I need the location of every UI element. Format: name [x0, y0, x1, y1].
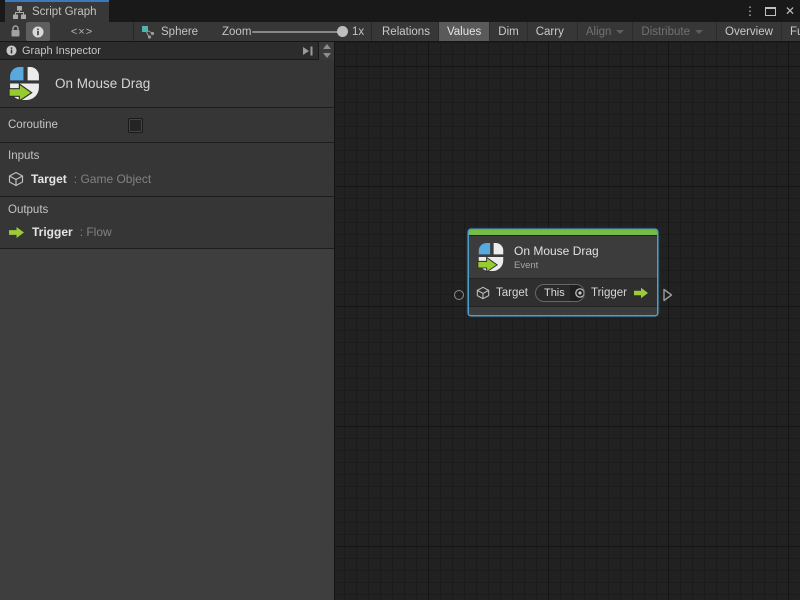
- flow-arrow-icon: [8, 226, 25, 239]
- dim-button[interactable]: Dim: [489, 22, 526, 41]
- zoom-label: Zoom: [222, 22, 251, 41]
- coroutine-row: Coroutine: [0, 108, 334, 143]
- input-port-type: : Game Object: [74, 172, 151, 186]
- chevron-down-icon: [695, 30, 703, 34]
- scroll-up-button[interactable]: [319, 42, 334, 51]
- relations-button[interactable]: Relations: [374, 22, 438, 41]
- zoom-slider-track[interactable]: [252, 31, 344, 33]
- inspector-toggle-button[interactable]: [26, 22, 50, 41]
- trigger-output-port[interactable]: [662, 288, 673, 307]
- graph-canvas[interactable]: On Mouse Drag Event Target This: [335, 42, 800, 600]
- tab-script-graph[interactable]: Script Graph: [5, 0, 109, 22]
- coroutine-label: Coroutine: [8, 119, 128, 131]
- object-picker-button[interactable]: [570, 285, 585, 301]
- target-input-port[interactable]: [454, 290, 464, 300]
- this-value-chip[interactable]: This: [535, 284, 585, 302]
- scroll-down-button[interactable]: [319, 51, 334, 60]
- node-port-row: Target This Trigger: [469, 279, 657, 307]
- overview-button[interactable]: Overview: [716, 22, 781, 41]
- code-icon: <×>: [71, 26, 93, 38]
- fullscreen-button[interactable]: Full Screen: [781, 22, 800, 41]
- node-title: On Mouse Drag: [514, 244, 599, 258]
- output-port-name: Trigger: [32, 225, 73, 239]
- panel-title: Graph Inspector: [22, 45, 298, 57]
- toolbar-separator: [371, 22, 372, 41]
- selected-unit-header: On Mouse Drag: [0, 60, 334, 108]
- graph-network-icon: [141, 25, 155, 39]
- graph-object-name: Sphere: [161, 26, 198, 38]
- unit-title: On Mouse Drag: [55, 76, 150, 91]
- maximize-icon[interactable]: [765, 7, 776, 16]
- node-footer: [469, 307, 657, 315]
- node-subtitle: Event: [514, 260, 599, 271]
- values-button[interactable]: Values: [438, 22, 489, 41]
- edit-code-button[interactable]: <×>: [62, 22, 102, 41]
- input-port-name: Target: [31, 172, 67, 186]
- dock-right-icon: [302, 46, 314, 56]
- this-value-text: This: [536, 287, 570, 299]
- graph-toolbar: <×> Sphere Zoom 1x Relations Values Dim …: [0, 22, 800, 42]
- chevron-down-icon: [616, 30, 624, 34]
- graph-object-indicator[interactable]: Sphere: [141, 22, 198, 41]
- zoom-value: 1x: [352, 22, 364, 41]
- toolbar-button-group: Relations Values Dim Carry Align Distrib…: [374, 22, 800, 41]
- coroutine-checkbox[interactable]: [128, 118, 143, 133]
- close-icon[interactable]: ✕: [785, 0, 795, 22]
- unity-script-graph-window: { "tab_bar": { "title": "Script Graph", …: [0, 0, 800, 600]
- output-port-row: Trigger : Flow: [8, 225, 334, 239]
- mouse-drag-icon: [477, 242, 505, 272]
- distribute-dropdown[interactable]: Distribute: [632, 22, 711, 41]
- carry-button[interactable]: Carry: [527, 22, 572, 41]
- info-icon: [6, 45, 17, 56]
- toolbar-separator: [133, 22, 134, 41]
- outputs-section: Outputs Trigger : Flow: [0, 197, 334, 249]
- align-dropdown[interactable]: Align: [577, 22, 633, 41]
- triangle-down-icon: [323, 53, 331, 58]
- game-object-cube-icon: [8, 171, 24, 187]
- triangle-up-icon: [323, 44, 331, 49]
- graph-inspector-header: Graph Inspector: [0, 42, 334, 60]
- game-object-cube-icon: [476, 286, 490, 300]
- target-picker-icon: [574, 287, 585, 299]
- tab-title: Script Graph: [32, 6, 97, 18]
- window-menu-icon[interactable]: ⋮: [744, 0, 756, 22]
- dock-panel-button[interactable]: [298, 42, 318, 60]
- inputs-heading: Inputs: [8, 150, 334, 162]
- trigger-flow-arrow-icon[interactable]: [632, 287, 650, 299]
- outputs-heading: Outputs: [8, 204, 334, 216]
- trigger-port-label: Trigger: [591, 287, 627, 299]
- node-header[interactable]: On Mouse Drag Event: [469, 236, 657, 279]
- lock-icon: [10, 25, 21, 38]
- tab-bar: Script Graph ⋮ ✕: [0, 0, 800, 22]
- script-graph-icon: [13, 6, 26, 19]
- window-controls: ⋮ ✕: [744, 0, 795, 22]
- graph-inspector-panel: Graph Inspector On Mouse Drag Coroutine: [0, 42, 335, 600]
- inputs-section: Inputs Target : Game Object: [0, 143, 334, 197]
- on-mouse-drag-node[interactable]: On Mouse Drag Event Target This: [469, 230, 657, 315]
- mouse-drag-icon: [8, 66, 41, 101]
- zoom-slider-handle[interactable]: [337, 26, 348, 37]
- inspector-empty-area: [0, 249, 334, 600]
- info-icon: [32, 26, 44, 38]
- input-port-row: Target : Game Object: [8, 171, 334, 187]
- panel-scroll-stepper: [318, 42, 334, 60]
- output-port-type: : Flow: [80, 225, 112, 239]
- target-port-label: Target: [496, 287, 528, 299]
- lock-button[interactable]: [4, 22, 26, 41]
